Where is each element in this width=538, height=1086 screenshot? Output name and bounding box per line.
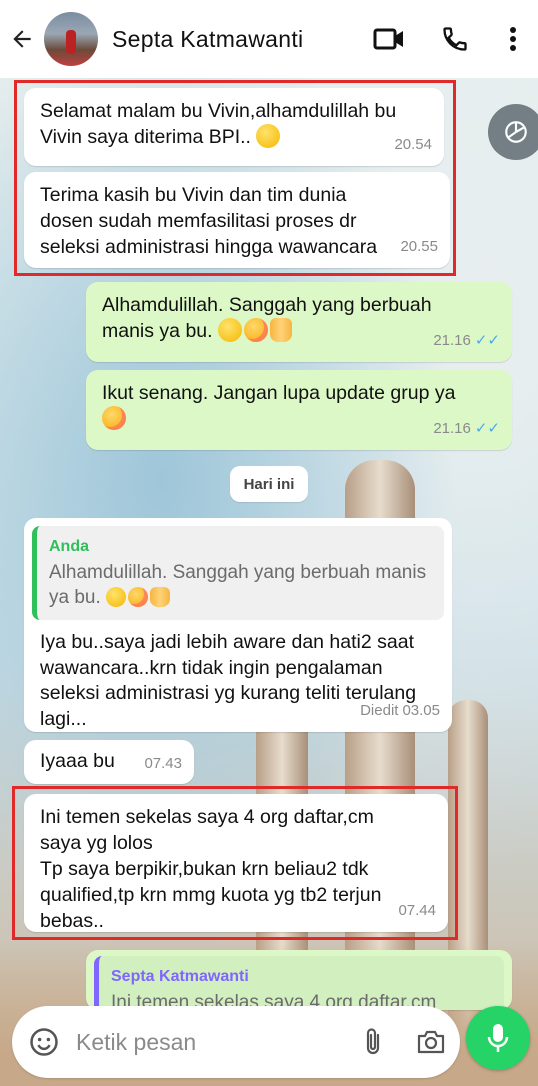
message-time: 20.54 (394, 136, 432, 153)
quoted-message[interactable]: Anda Alhamdulillah. Sanggah yang berbuah… (32, 526, 444, 620)
message-input[interactable]: Ketik pesan (76, 1029, 344, 1056)
message-text: Ini temen sekelas saya 4 org daftar,cm s… (40, 806, 382, 932)
attach-icon[interactable] (344, 1027, 402, 1057)
back-arrow-icon[interactable] (0, 0, 44, 78)
message-time: 21.16 ✓✓ (433, 416, 500, 442)
more-vert-icon[interactable] (488, 0, 538, 78)
quote-author: Septa Katmawanti (111, 968, 249, 985)
message-time: 07.44 (398, 902, 436, 919)
emoji-icon[interactable] (16, 1027, 72, 1057)
message-incoming[interactable]: Selamat malam bu Vivin,alhamdulillah bu … (24, 88, 444, 166)
message-time: Diedit 03.05 (360, 698, 440, 724)
message-time: 20.55 (400, 238, 438, 255)
message-incoming[interactable]: Iyaaa bu 07.43 (24, 740, 194, 784)
smiling-hearts-emoji (102, 406, 126, 430)
video-call-icon[interactable] (356, 0, 422, 78)
date-divider: Hari ini (230, 466, 308, 502)
read-ticks-icon: ✓✓ (474, 420, 500, 437)
smiling-hearts-emoji (128, 587, 149, 607)
folded-hands-emoji (150, 587, 171, 607)
message-text: Ikut senang. Jangan lupa update grup ya (102, 382, 456, 404)
message-outgoing-reply[interactable]: Septa Katmawanti Ini temen sekelas saya … (86, 950, 512, 1010)
edited-label: Diedit (360, 702, 399, 719)
scroll-down-button[interactable] (488, 104, 538, 160)
message-text: Selamat malam bu Vivin,alhamdulillah bu … (40, 100, 402, 148)
camera-icon[interactable] (402, 1029, 460, 1055)
message-outgoing[interactable]: Alhamdulillah. Sanggah yang berbuah mani… (86, 282, 512, 362)
smiling-hearts-emoji (243, 318, 268, 342)
read-ticks-icon: ✓✓ (474, 332, 500, 349)
pleading-face-emoji (256, 124, 281, 148)
phone-icon[interactable] (422, 0, 488, 78)
quote-author: Anda (49, 538, 89, 555)
contact-name[interactable]: Septa Katmawanti (112, 26, 356, 53)
message-incoming-reply[interactable]: Anda Alhamdulillah. Sanggah yang berbuah… (24, 518, 452, 732)
folded-hands-emoji (269, 318, 292, 342)
mic-icon[interactable] (466, 1006, 530, 1070)
star-struck-emoji (106, 587, 127, 607)
quote-text: Alhamdulillah. Sanggah yang berbuah mani… (49, 562, 427, 608)
message-incoming[interactable]: Ini temen sekelas saya 4 org daftar,cm s… (24, 794, 448, 932)
star-struck-emoji (217, 318, 242, 342)
message-time: 07.43 (144, 755, 182, 772)
message-incoming[interactable]: Terima kasih bu Vivin dan tim dunia dose… (24, 172, 450, 268)
message-outgoing[interactable]: Ikut senang. Jangan lupa update grup ya … (86, 370, 512, 450)
message-composer[interactable]: Ketik pesan (12, 1006, 460, 1078)
avatar[interactable] (44, 12, 98, 66)
chat-header: Septa Katmawanti (0, 0, 538, 78)
quoted-message[interactable]: Septa Katmawanti Ini temen sekelas saya … (94, 956, 504, 1010)
message-text: Terima kasih bu Vivin dan tim dunia dose… (40, 184, 378, 258)
message-time: 21.16 ✓✓ (433, 328, 500, 354)
